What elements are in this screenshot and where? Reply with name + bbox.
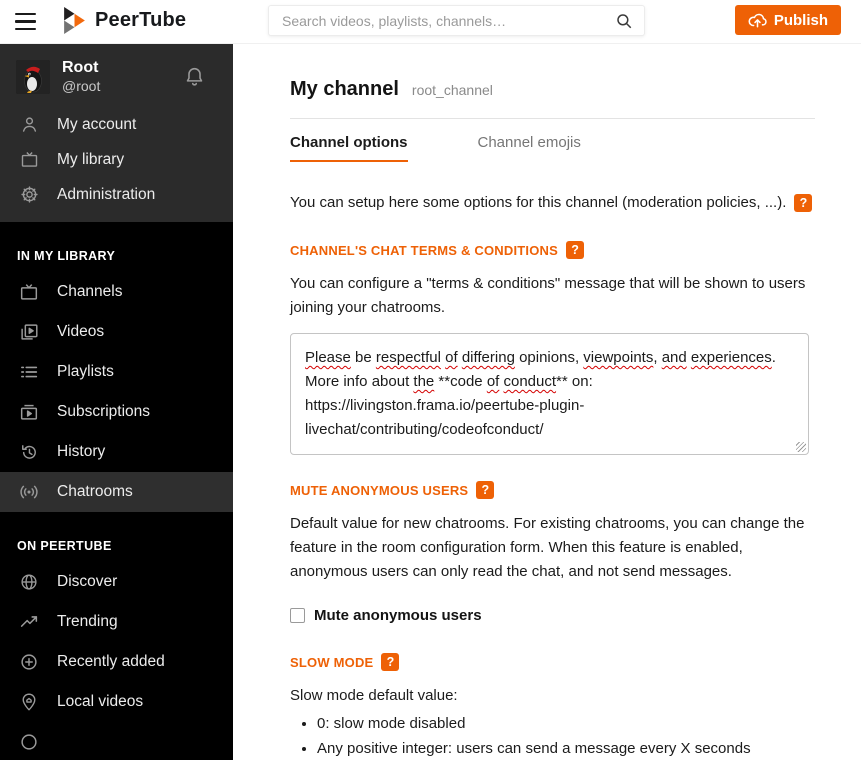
intro-text: You can setup here some options for this… [290,194,787,211]
tab-bar: Channel options Channel emojis [290,134,815,162]
sidebar-item-trending[interactable]: Trending [0,602,233,642]
page-title: My channel [290,78,399,100]
upload-cloud-icon [748,12,767,29]
channel-options-intro: You can setup here some options for this… [290,191,815,215]
playlist-icon [18,361,40,383]
channel-handle: root_channel [411,82,493,98]
sidebar-item-label: Trending [57,613,118,630]
sidebar-item-subscriptions[interactable]: Subscriptions [0,392,233,432]
live-broadcast-icon [18,481,40,503]
sidebar-item-videos[interactable]: Videos [0,312,233,352]
sidebar-item-label: My account [57,115,137,133]
sidebar-item-partial[interactable] [0,722,233,760]
sidebar-item-label: Local videos [57,693,144,710]
subscriptions-icon [18,401,40,423]
trending-icon [18,611,40,633]
terms-heading: CHANNEL'S CHAT TERMS & CONDITIONS [290,242,559,258]
sidebar-item-label: Recently added [57,653,165,670]
home-pin-icon [18,691,40,713]
user-row[interactable]: Root @root [0,44,233,107]
sidebar-item-label: Administration [57,185,156,203]
sidebar-item-administration[interactable]: Administration [0,177,233,212]
terms-section-header: CHANNEL'S CHAT TERMS & CONDITIONS ? [290,241,815,259]
peertube-logo-icon [64,7,85,34]
resize-handle[interactable] [796,442,806,452]
sidebar-item-playlists[interactable]: Playlists [0,352,233,392]
help-icon[interactable]: ? [794,194,813,212]
list-item: Any positive integer: users can send a m… [317,737,787,760]
tab-channel-options[interactable]: Channel options [290,134,408,162]
sidebar-item-history[interactable]: History [0,432,233,472]
sidebar-item-my-account[interactable]: My account [0,107,233,142]
page-header: My channel root_channel [290,78,815,101]
main-content: My channel root_channel Channel options … [233,44,861,760]
header-divider [290,118,815,119]
search-input[interactable] [269,12,615,29]
publish-label: Publish [773,11,828,29]
person-icon [18,114,40,136]
video-library-icon [18,321,40,343]
sidebar-item-channels[interactable]: Channels [0,272,233,312]
search-bar [268,5,645,36]
top-bar: PeerTube Publish [0,0,861,44]
terms-textarea[interactable]: Please be respectful of differing opinio… [290,333,809,455]
tv-icon [18,149,40,171]
mute-checkbox-label[interactable]: Mute anonymous users [314,607,482,624]
terms-description: You can configure a "terms & conditions"… [290,275,806,316]
sidebar-item-my-library[interactable]: My library [0,142,233,177]
slow-mode-description: Slow mode default value: [290,687,458,704]
slow-mode-options-list: 0: slow mode disabled Any positive integ… [290,712,815,760]
user-name: Root [62,59,99,76]
plus-circle-icon [18,651,40,673]
circle-icon [18,731,40,753]
sidebar-item-local-videos[interactable]: Local videos [0,682,233,722]
section-header-in-my-library: IN MY LIBRARY [17,249,116,263]
sidebar-item-label: Playlists [57,363,114,380]
on-peertube-section: ON PEERTUBE Discover Trending Recently a… [0,539,233,760]
history-clock-icon [18,441,40,463]
mute-anonymous-checkbox[interactable] [290,608,305,623]
sidebar-item-label: History [57,443,106,460]
slow-mode-heading: SLOW MODE [290,654,374,670]
user-meta: Root @root [62,58,182,95]
avatar[interactable] [16,59,50,94]
sidebar-item-label: Discover [57,573,118,590]
tv-icon [18,281,40,303]
in-my-library-section: IN MY LIBRARY Channels Videos Playlists … [0,249,233,512]
publish-button[interactable]: Publish [734,5,841,35]
sidebar-item-label: Videos [57,323,105,340]
sidebar-item-discover[interactable]: Discover [0,562,233,602]
sidebar-item-recently-added[interactable]: Recently added [0,642,233,682]
sidebar-item-label: Subscriptions [57,403,151,420]
gear-icon [18,184,40,206]
mute-section-header: MUTE ANONYMOUS USERS ? [290,481,815,499]
mute-checkbox-row: Mute anonymous users [290,607,815,624]
search-icon[interactable] [615,12,633,30]
mute-heading: MUTE ANONYMOUS USERS [290,482,469,498]
section-header-on-peertube: ON PEERTUBE [17,539,112,553]
sidebar: Root @root My account My library Adminis… [0,44,233,760]
help-icon[interactable]: ? [381,653,400,671]
user-panel: Root @root My account My library Adminis… [0,44,233,222]
list-item: 0: slow mode disabled [317,712,787,736]
brand-title: PeerTube [95,9,187,31]
menu-hamburger-icon[interactable] [15,13,36,30]
globe-icon [18,571,40,593]
slow-mode-section-header: SLOW MODE ? [290,653,815,671]
mute-description: Default value for new chatrooms. For exi… [290,515,805,580]
help-icon[interactable]: ? [566,241,585,259]
peertube-logo[interactable]: PeerTube [64,7,186,34]
help-icon[interactable]: ? [476,481,495,499]
sidebar-item-label: Channels [57,283,123,300]
notification-bell-icon[interactable] [182,64,207,89]
sidebar-item-label: My library [57,150,125,168]
tab-channel-emojis[interactable]: Channel emojis [478,134,581,162]
sidebar-item-label: Chatrooms [57,483,133,500]
sidebar-item-chatrooms[interactable]: Chatrooms [0,472,233,512]
user-handle: @root [62,78,101,94]
